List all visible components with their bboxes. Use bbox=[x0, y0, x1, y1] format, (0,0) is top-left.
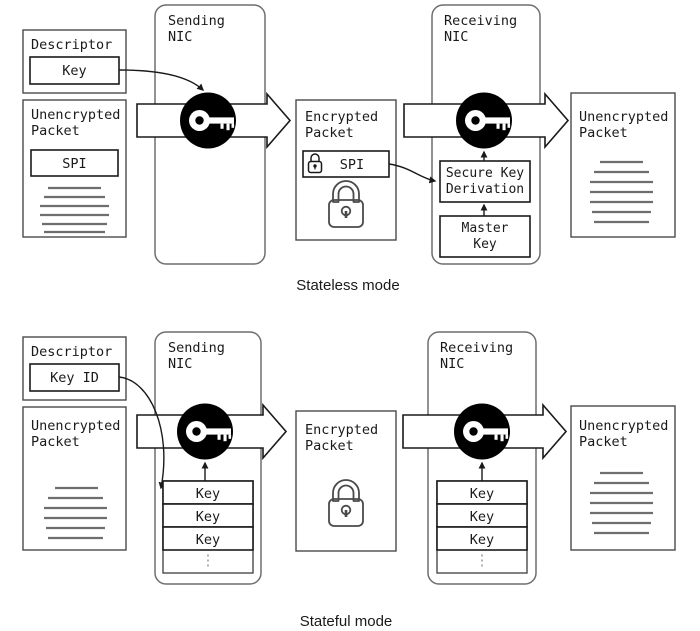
source-packet-spi-field: SPI bbox=[62, 156, 86, 172]
master-key-line2: Key bbox=[473, 237, 497, 252]
unencrypted-packet-source-stateful: Unencrypted Packet bbox=[22, 406, 127, 551]
dest-packet-body-lines-stateful bbox=[590, 471, 653, 535]
encrypted-packet-title-line2: Packet bbox=[305, 125, 354, 141]
encrypted-packet-title-line1: Encrypted bbox=[305, 109, 378, 125]
sending-key-table-row-2: Key bbox=[196, 532, 220, 548]
unencrypted-packet-dest-stateless: Unencrypted Packet bbox=[570, 92, 676, 238]
receiving-key-table: Key Key Key ⋮ bbox=[436, 480, 528, 574]
receiving-key-table-row-3: ⋮ bbox=[475, 551, 490, 569]
caption-stateless: Stateless mode bbox=[296, 277, 399, 294]
receiving-key-table-row-1: Key bbox=[470, 509, 494, 525]
encrypted-packet-stateful: Encrypted Packet bbox=[295, 410, 397, 552]
sending-nic-title-line1-stateful: Sending bbox=[168, 340, 225, 356]
source-packet-title-line2-stateful: Packet bbox=[31, 434, 80, 450]
source-packet-title-line1: Unencrypted bbox=[31, 107, 120, 123]
encrypted-packet-spi-field: SPI bbox=[340, 157, 364, 173]
master-key-line1: Master bbox=[462, 221, 509, 236]
receiving-key-icon-stateless bbox=[456, 92, 512, 149]
descriptor-stateless: Descriptor Key bbox=[22, 29, 127, 94]
receiving-key-table-row-0: Key bbox=[470, 486, 494, 502]
receiving-nic-title-line2-stateful: NIC bbox=[440, 356, 464, 372]
receiving-nic-title-line1: Receiving bbox=[444, 13, 517, 29]
unencrypted-packet-dest-stateful: Unencrypted Packet bbox=[570, 405, 676, 551]
dest-packet-title-line2-stateful: Packet bbox=[579, 434, 628, 450]
master-key-block: Master Key bbox=[439, 215, 531, 258]
dest-packet-title-line1-stateful: Unencrypted bbox=[579, 418, 668, 434]
secure-key-derivation-line2: Derivation bbox=[446, 182, 524, 197]
sending-key-table-row-0: Key bbox=[196, 486, 220, 502]
encrypted-packet-title-line2-stateful: Packet bbox=[305, 438, 354, 454]
receiving-nic-title-line2: NIC bbox=[444, 29, 468, 45]
packet-encryption-diagram: Sending NIC Receiving NIC Descriptor Key… bbox=[22, 4, 676, 630]
sending-key-table: Key Key Key ⋮ bbox=[162, 480, 254, 574]
dest-packet-title-line1: Unencrypted bbox=[579, 109, 668, 125]
receiving-key-icon-stateful bbox=[454, 403, 510, 460]
descriptor-title-stateful: Descriptor bbox=[31, 344, 112, 360]
unencrypted-packet-source-stateless: Unencrypted Packet SPI bbox=[22, 99, 127, 238]
secure-key-derivation-line1: Secure Key bbox=[446, 166, 524, 181]
diagram-canvas: Sending NIC Receiving NIC Descriptor Key… bbox=[0, 0, 700, 631]
descriptor-key-id-field: Key ID bbox=[50, 370, 99, 386]
encrypted-packet-title-line1-stateful: Encrypted bbox=[305, 422, 378, 438]
encrypted-packet-stateless: Encrypted Packet SPI bbox=[295, 99, 397, 241]
sending-key-table-row-3: ⋮ bbox=[201, 551, 216, 569]
descriptor-key-field: Key bbox=[62, 63, 86, 79]
descriptor-title: Descriptor bbox=[31, 37, 112, 53]
secure-key-derivation-block: Secure Key Derivation bbox=[439, 160, 531, 203]
receiving-key-table-row-2: Key bbox=[470, 532, 494, 548]
descriptor-stateful: Descriptor Key ID bbox=[22, 336, 127, 401]
source-packet-title-line2: Packet bbox=[31, 123, 80, 139]
receiving-nic-title-line1-stateful: Receiving bbox=[440, 340, 513, 356]
sending-nic-title-line1: Sending bbox=[168, 13, 225, 29]
caption-stateful: Stateful mode bbox=[300, 613, 393, 630]
sending-nic-title-line2: NIC bbox=[168, 29, 192, 45]
sending-key-icon-stateful bbox=[177, 403, 233, 460]
dest-packet-body-lines bbox=[590, 160, 653, 224]
sending-key-table-row-1: Key bbox=[196, 509, 220, 525]
sending-nic-title-line2-stateful: NIC bbox=[168, 356, 192, 372]
source-packet-title-line1-stateful: Unencrypted bbox=[31, 418, 120, 434]
sending-key-icon-stateless bbox=[180, 92, 236, 149]
dest-packet-title-line2: Packet bbox=[579, 125, 628, 141]
